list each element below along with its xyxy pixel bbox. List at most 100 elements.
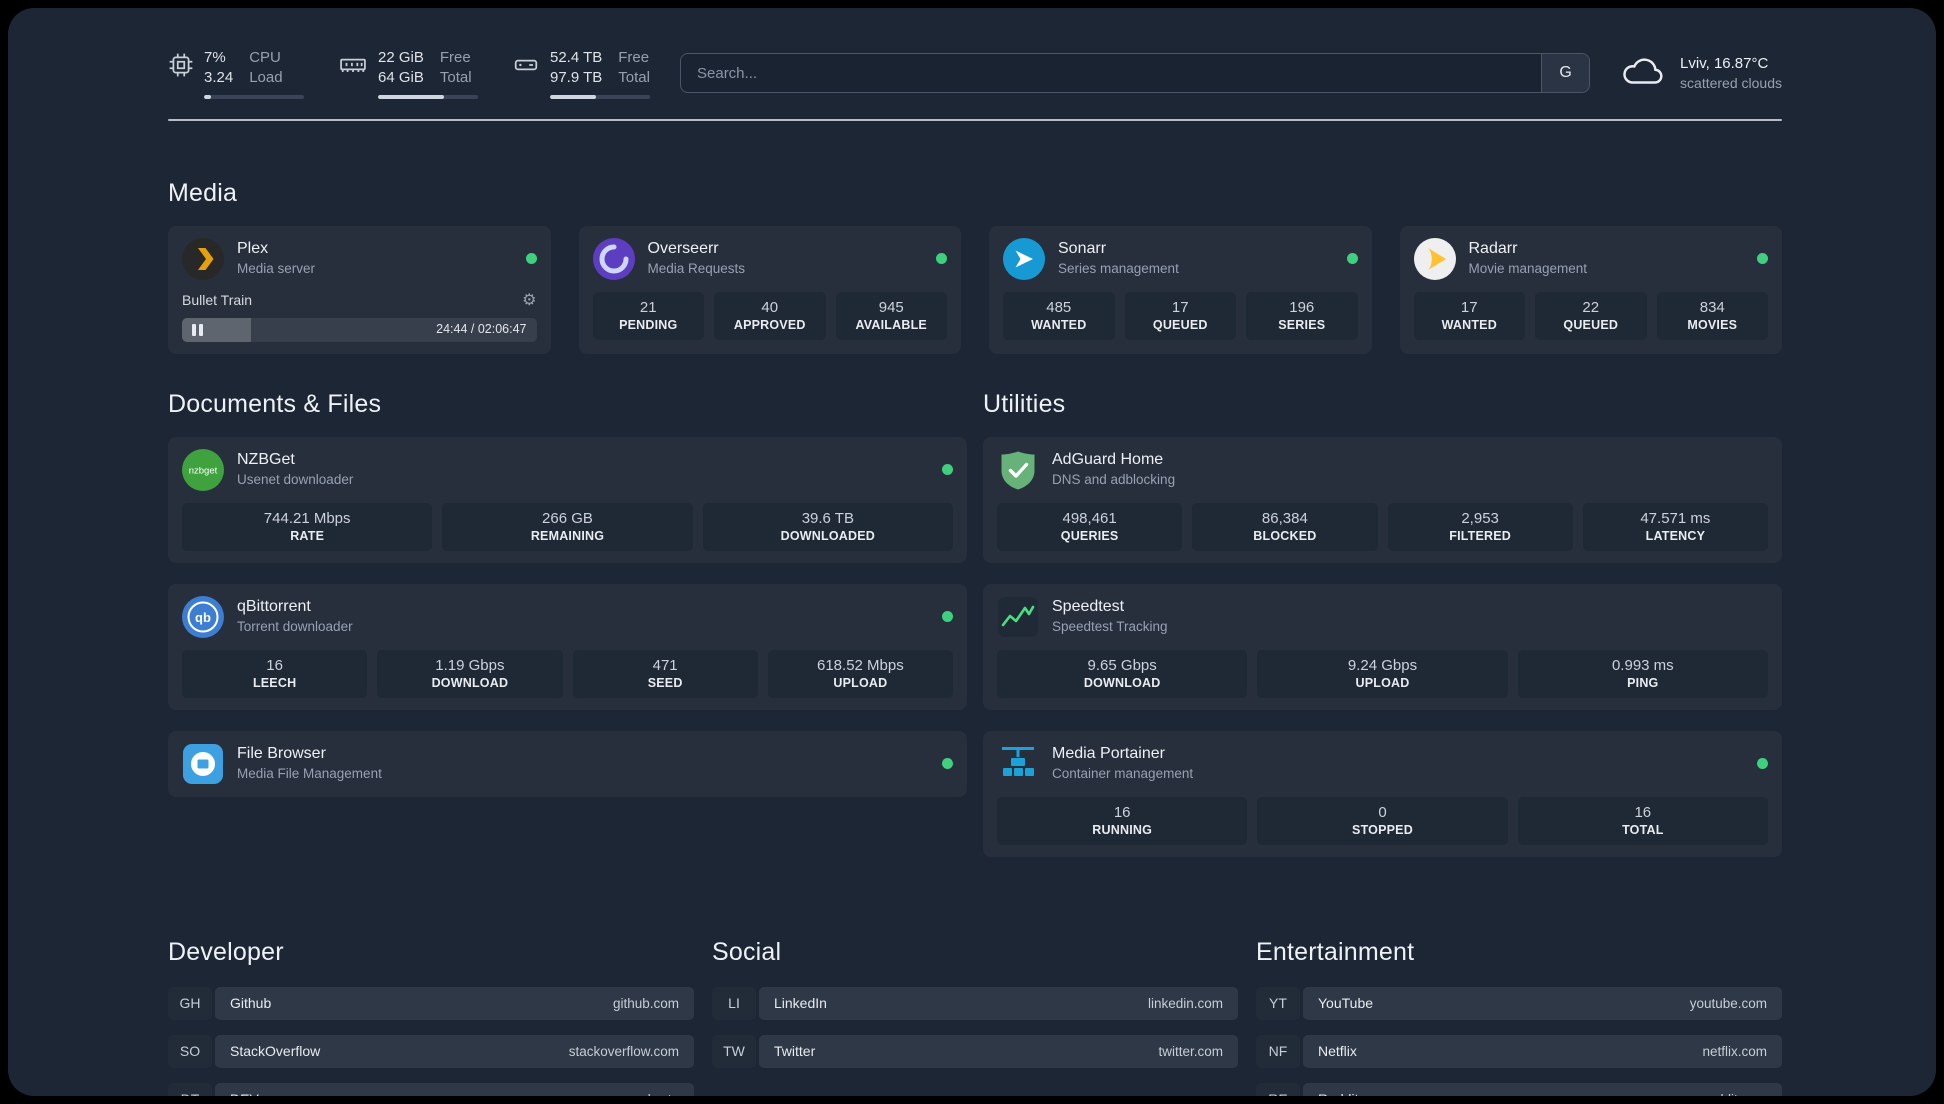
resource-widgets: 7% 3.24 CPU Load 22 GiB 64 GiB Free Tota…: [168, 48, 650, 99]
memory-icon: [338, 48, 368, 99]
bookmark-netflix[interactable]: NF Netflix netflix.com: [1256, 1034, 1782, 1068]
cpu-progress-track: [204, 94, 304, 99]
bookmark-name: StackOverflow: [230, 1043, 321, 1059]
service-card-speedtest[interactable]: Speedtest Speedtest Tracking 9.65 Gbps D…: [983, 583, 1782, 710]
search-bar: G: [680, 53, 1591, 94]
svg-text:qb: qb: [195, 610, 211, 625]
search-provider-button[interactable]: G: [1541, 54, 1590, 93]
memory-free-label: Free: [439, 49, 471, 66]
stat-tile: 16 TOTAL: [1517, 796, 1768, 845]
bookmark-twitter[interactable]: TW Twitter twitter.com: [712, 1034, 1238, 1068]
disk-readout: 52.4 TB 97.9 TB Free Total: [550, 48, 650, 99]
stat-tile: 1.19 Gbps DOWNLOAD: [377, 649, 563, 698]
service-card-sonarr[interactable]: Sonarr Series management 485 WANTED 17 Q…: [989, 225, 1372, 354]
weather-widget[interactable]: Lviv, 16.87°C scattered clouds: [1620, 54, 1782, 93]
memory-widget: 22 GiB 64 GiB Free Total: [338, 48, 478, 99]
stat-tile: 16 LEECH: [182, 649, 368, 698]
service-card-nzbget[interactable]: nzbget NZBGet Usenet downloader 744.21 M…: [168, 436, 967, 563]
stat-tile: 22 QUEUED: [1535, 291, 1647, 340]
utilities-column: Utilities AdGuard Home DNS and adblockin…: [983, 354, 1782, 878]
service-name: Overseerr: [647, 240, 719, 258]
bookmark-abbr: NF: [1256, 1034, 1300, 1068]
service-name: Plex: [237, 240, 269, 258]
stat-tile: 0.993 ms PING: [1517, 649, 1768, 698]
stat-tile: 47.571 ms LATENCY: [1582, 502, 1768, 551]
bookmark-name: Github: [230, 995, 272, 1011]
stat-tile: 485 WANTED: [1003, 291, 1115, 340]
memory-progress-fill: [378, 94, 444, 99]
cpu-icon: [168, 48, 194, 99]
cloud-icon: [1620, 54, 1666, 93]
bookmark-name: Netflix: [1318, 1043, 1357, 1059]
speedtest-icon: [997, 596, 1039, 638]
bookmark-url: netflix.com: [1702, 1043, 1767, 1059]
stat-tile: 86,384 BLOCKED: [1192, 502, 1378, 551]
stat-tile: 2,953 FILTERED: [1387, 502, 1573, 551]
service-card-radarr[interactable]: Radarr Movie management 17 WANTED 22 QUE…: [1399, 225, 1782, 354]
status-dot: [942, 464, 953, 475]
section-title-documents: Documents & Files: [168, 389, 382, 418]
service-name: Media Portainer: [1052, 745, 1165, 763]
stat-tile: 9.65 Gbps DOWNLOAD: [997, 649, 1248, 698]
section-title-developer: Developer: [168, 937, 284, 966]
disk-widget: 52.4 TB 97.9 TB Free Total: [512, 48, 650, 99]
nzbget-icon: nzbget: [182, 448, 224, 491]
playback-progress-bar[interactable]: 24:44 / 02:06:47: [182, 317, 537, 342]
bookmark-github[interactable]: GH Github github.com: [168, 986, 694, 1020]
service-card-adguard[interactable]: AdGuard Home DNS and adblocking 498,461 …: [983, 436, 1782, 563]
bookmark-group-entertainment: Entertainment YT YouTube youtube.com NF …: [1256, 882, 1782, 1096]
bookmark-reddit[interactable]: RE Reddit reddit.com: [1256, 1082, 1782, 1096]
stat-tile: 40 APPROVED: [714, 291, 826, 340]
service-card-filebrowser[interactable]: File Browser Media File Management: [168, 730, 967, 797]
section-title-media: Media: [168, 178, 238, 207]
disk-free-value: 52.4 TB: [550, 49, 603, 66]
adguard-icon: [997, 449, 1039, 491]
disk-free-label: Free: [618, 49, 650, 66]
service-description: Container management: [1052, 766, 1194, 782]
bookmark-youtube[interactable]: YT YouTube youtube.com: [1256, 986, 1782, 1020]
bookmark-stackoverflow[interactable]: SO StackOverflow stackoverflow.com: [168, 1034, 694, 1068]
bookmark-url: stackoverflow.com: [568, 1043, 679, 1059]
section-title-social: Social: [712, 937, 782, 966]
bookmark-abbr: LI: [712, 986, 756, 1020]
disk-progress-fill: [550, 94, 596, 99]
service-card-overseerr[interactable]: Overseerr Media Requests 21 PENDING 40 A…: [578, 225, 961, 354]
now-playing-row: Bullet Train ⚙: [182, 290, 537, 310]
bookmark-abbr: TW: [712, 1034, 756, 1068]
now-playing-title: Bullet Train: [182, 291, 253, 308]
radarr-icon: [1413, 237, 1456, 280]
stat-tile: 17 QUEUED: [1124, 291, 1236, 340]
bookmark-url: linkedin.com: [1147, 995, 1223, 1011]
portainer-icon: [997, 743, 1039, 785]
bookmarks-area: Developer GH Github github.com SO StackO…: [168, 882, 1782, 1096]
status-dot: [1346, 253, 1358, 264]
stat-tile: 834 MOVIES: [1656, 291, 1768, 340]
topbar-divider: [168, 118, 1782, 121]
search-input[interactable]: [681, 54, 1542, 93]
pause-icon[interactable]: [192, 323, 203, 336]
cpu-widget: 7% 3.24 CPU Load: [168, 48, 304, 99]
service-description: Media server: [237, 261, 316, 277]
memory-total-value: 64 GiB: [378, 69, 424, 87]
cpu-load-label: Load: [249, 69, 283, 87]
stat-tile: 945 AVAILABLE: [835, 291, 947, 340]
bookmark-linkedin[interactable]: LI LinkedIn linkedin.com: [712, 986, 1238, 1020]
service-description: Media File Management: [237, 766, 382, 782]
documents-column: Documents & Files nzbget NZBGet Usenet d…: [168, 354, 967, 818]
service-card-qbittorrent[interactable]: qb qBittorrent Torrent downloader 16 LEE…: [168, 583, 967, 710]
status-dot: [1757, 758, 1768, 769]
weather-condition: scattered clouds: [1680, 74, 1782, 91]
topbar: 7% 3.24 CPU Load 22 GiB 64 GiB Free Tota…: [168, 48, 1782, 99]
service-description: Media Requests: [647, 261, 746, 277]
service-card-plex[interactable]: Plex Media server Bullet Train ⚙ 24:44 /…: [168, 225, 551, 354]
disk-progress-track: [550, 94, 650, 99]
bookmark-dev[interactable]: DT DEV dev.to: [168, 1082, 694, 1096]
disk-total-label: Total: [618, 69, 650, 87]
cpu-progress-fill: [204, 94, 211, 99]
service-description: DNS and adblocking: [1052, 472, 1176, 488]
gear-icon[interactable]: ⚙: [522, 290, 536, 310]
bookmark-url: twitter.com: [1158, 1043, 1223, 1059]
overseerr-icon: [592, 237, 635, 280]
service-card-portainer[interactable]: Media Portainer Container management 16 …: [983, 730, 1782, 857]
plex-icon: [182, 237, 224, 280]
